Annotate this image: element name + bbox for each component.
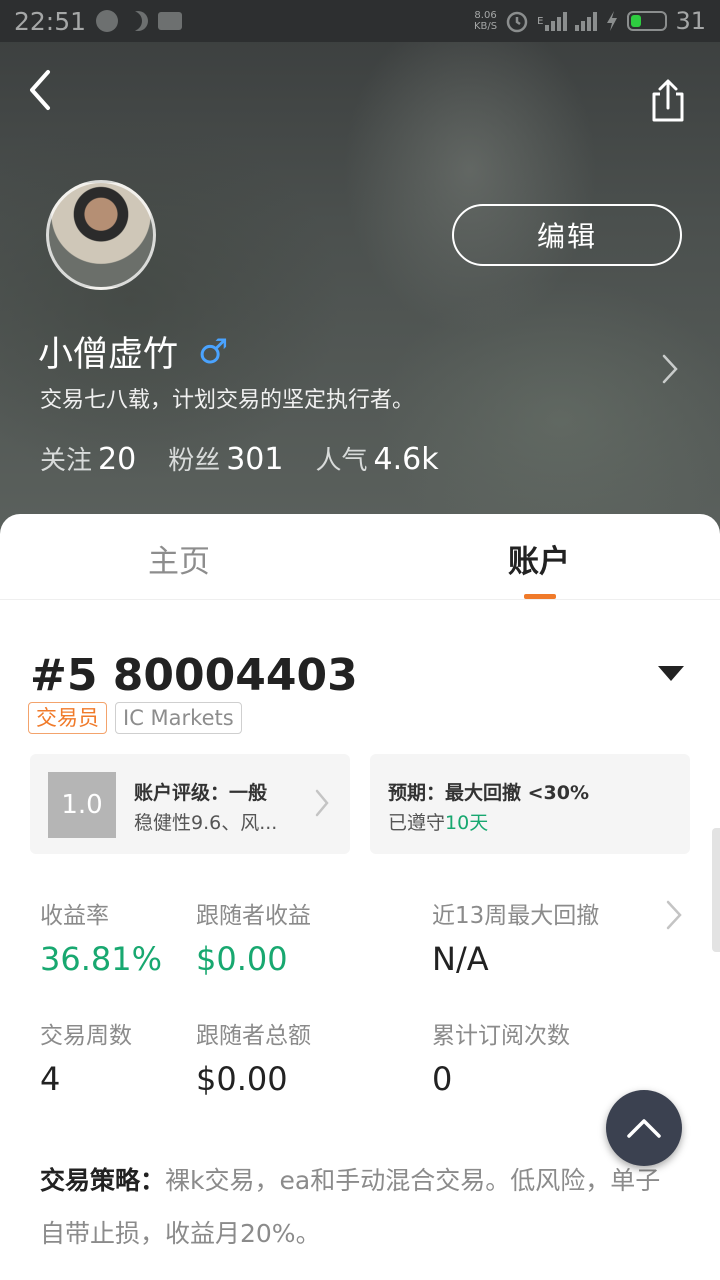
share-button[interactable]: [646, 78, 690, 124]
back-button[interactable]: [22, 68, 62, 112]
user-name: 小僧虚竹: [38, 335, 179, 375]
charging-icon: [607, 11, 618, 31]
metric-max-drawdown: 近13周最大回撤 N/A: [432, 903, 600, 978]
popularity-stat: 人气 4.6k: [315, 442, 439, 477]
metric-trading-weeks: 交易周数 4: [40, 1023, 132, 1098]
status-bar: 22:51 8.06 KB/S E 31: [0, 0, 720, 42]
tab-account[interactable]: 账户: [508, 536, 570, 581]
signal-icon: [545, 11, 568, 31]
account-dropdown-icon[interactable]: [658, 666, 684, 681]
user-bio: 交易七八载，计划交易的坚定执行者。: [40, 388, 415, 413]
broker-tag: IC Markets: [115, 702, 242, 734]
share-icon: [652, 79, 684, 122]
rating-score-badge: 1.0: [48, 772, 116, 838]
metric-subscription-count: 累计订阅次数 0: [432, 1023, 570, 1098]
edge-scroll-handle[interactable]: [712, 828, 720, 952]
trading-strategy: 交易策略：裸k交易，ea和手动混合交易。低风险，单子自带止损，收益月20%。: [40, 1154, 680, 1260]
network-type-label: E: [537, 15, 544, 27]
scroll-to-top-button[interactable]: [606, 1090, 682, 1166]
account-rating-box[interactable]: 1.0 账户评级：一般 稳健性9.6、风...: [30, 754, 350, 854]
account-tags: 交易员 IC Markets: [28, 702, 242, 734]
back-arrow-icon: [30, 70, 50, 110]
male-gender-icon: ♂: [198, 331, 229, 372]
avatar[interactable]: [46, 180, 156, 290]
moon-icon: [128, 11, 148, 31]
account-number: #5 80004403: [30, 650, 358, 701]
active-tab-indicator: [524, 594, 556, 599]
profile-name-row: 小僧虚竹 ♂: [38, 326, 229, 377]
following-stat[interactable]: 关注 20: [40, 440, 136, 477]
edit-profile-button[interactable]: 编辑: [452, 204, 682, 266]
followers-stat[interactable]: 粉丝 301: [168, 440, 283, 477]
sim-card-icon: [158, 12, 183, 30]
account-card: 主页 账户 #5 80004403 交易员 IC Markets 1.0 账户评…: [0, 514, 720, 1280]
metrics-chevron-right-icon[interactable]: [664, 898, 684, 932]
battery-level: 31: [675, 7, 706, 35]
chevron-right-icon: [315, 789, 329, 817]
notification-dot-icon: [96, 10, 119, 32]
profile-stats: 关注 20 粉丝 301 人气 4.6k: [40, 440, 439, 477]
metric-follower-total: 跟随者总额 $0.00: [196, 1023, 311, 1098]
trader-tag: 交易员: [28, 702, 107, 734]
rating-title: 账户评级：一般: [134, 782, 268, 804]
alarm-icon: [506, 11, 528, 33]
rating-subtitle: 稳健性9.6、风...: [134, 812, 278, 834]
profile-detail-chevron-icon[interactable]: [660, 352, 680, 386]
network-speed: 8.06 KB/S: [473, 10, 498, 32]
metric-follower-profit: 跟随者收益 $0.00: [196, 903, 311, 978]
signal-icon-2: [575, 11, 598, 31]
battery-icon: [627, 11, 668, 31]
expectation-subtitle: 已遵守10天: [388, 812, 489, 834]
tab-home[interactable]: 主页: [148, 536, 210, 581]
chevron-up-icon: [627, 1119, 661, 1138]
strategy-label: 交易策略：: [40, 1166, 166, 1195]
status-time: 22:51: [14, 6, 87, 36]
expectation-box: 预期：最大回撤 <30% 已遵守10天: [370, 754, 690, 854]
metric-return-rate: 收益率 36.81%: [40, 903, 163, 978]
expectation-title: 预期：最大回撤 <30%: [388, 782, 590, 804]
tab-bar: 主页 账户: [0, 514, 720, 600]
